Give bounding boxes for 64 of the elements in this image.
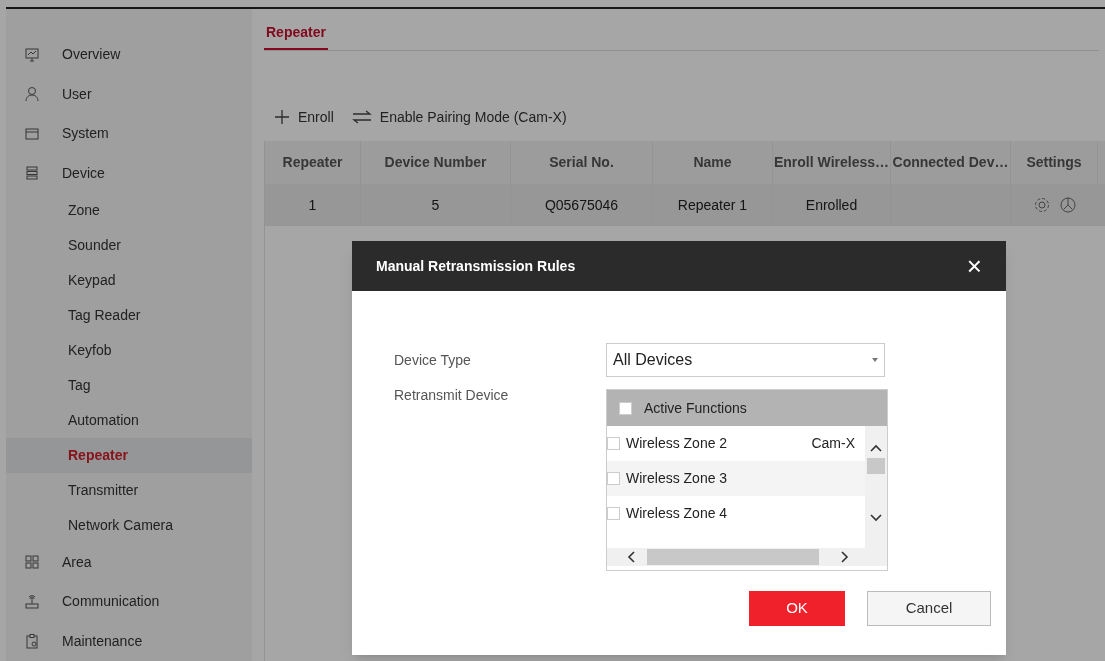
- clipboard-icon: [24, 633, 40, 650]
- swap-arrows-icon: [351, 110, 372, 124]
- router-icon: [24, 593, 40, 610]
- field-label: Device Type: [394, 350, 472, 370]
- device-type-dropdown[interactable]: All Devices: [606, 343, 885, 377]
- ok-button[interactable]: OK: [749, 591, 845, 626]
- sidebar-subitem[interactable]: Sounder: [6, 227, 252, 263]
- sidebar-subitem[interactable]: Keyfob: [6, 332, 252, 368]
- sidebar-item[interactable]: Device: [6, 153, 252, 193]
- compass-icon[interactable]: [1058, 196, 1077, 214]
- scroll-up-icon: [870, 444, 882, 452]
- sidebar-item[interactable]: User: [6, 74, 252, 114]
- sidebar-subitem[interactable]: Transmitter: [6, 472, 252, 508]
- scrollbar-thumb: [867, 458, 885, 474]
- monitor-icon: [24, 46, 40, 63]
- sidebar-subitem[interactable]: Tag Reader: [6, 297, 252, 333]
- checkbox[interactable]: [607, 437, 620, 450]
- sidebar-subitem[interactable]: Automation: [6, 402, 252, 438]
- sidebar-item[interactable]: Maintenance: [6, 621, 252, 661]
- server-icon: [24, 165, 40, 182]
- checkbox[interactable]: [607, 472, 620, 485]
- close-button[interactable]: ×: [966, 253, 982, 279]
- cancel-button[interactable]: Cancel: [867, 591, 991, 626]
- sidebar-subitem[interactable]: Zone: [6, 193, 252, 228]
- sidebar-label: Overview: [62, 45, 121, 65]
- scroll-right-icon: [841, 551, 849, 563]
- sidebar-label: Maintenance: [62, 631, 143, 651]
- tab[interactable]: Repeater: [264, 17, 328, 50]
- user-icon: [24, 86, 40, 103]
- sidebar-item[interactable]: Overview: [6, 35, 252, 75]
- grid-icon: [24, 554, 40, 571]
- sidebar-item[interactable]: Communication: [6, 582, 252, 622]
- window-icon: [24, 125, 40, 142]
- table-row[interactable]: 1 5 Q05675046 Repeater 1 Enrolled: [265, 184, 1105, 226]
- settings-icon[interactable]: [1032, 196, 1051, 214]
- toolbar-button[interactable]: Enroll: [274, 106, 334, 128]
- sidebar-item[interactable]: System: [6, 114, 252, 154]
- field-label: Retransmit Device: [394, 386, 510, 405]
- table-cell: Q05675046: [511, 184, 653, 226]
- sidebar-item[interactable]: Area: [6, 542, 252, 583]
- sidebar-label: Device: [62, 163, 105, 183]
- sidebar-subitem[interactable]: Tag: [6, 367, 252, 403]
- plus-icon: [274, 109, 290, 125]
- checkbox[interactable]: [619, 401, 632, 415]
- toolbar-button[interactable]: Enable Pairing Mode (Cam-X): [351, 106, 567, 128]
- sidebar-subitem[interactable]: Repeater: [6, 437, 252, 473]
- list-item[interactable]: Wireless Zone 3: [607, 461, 867, 496]
- scroll-down-icon: [870, 514, 882, 522]
- sidebar-subitem[interactable]: Network Camera: [6, 507, 252, 543]
- scroll-left-icon: [627, 551, 635, 563]
- table-cell: Repeater 1: [653, 184, 773, 226]
- table-cell: 5: [361, 184, 511, 226]
- sidebar-label: User: [62, 84, 92, 104]
- table-cell: 1: [265, 184, 361, 226]
- table-cell: Enrolled: [773, 184, 891, 226]
- checkbox[interactable]: [607, 507, 620, 520]
- sidebar-label: System: [62, 124, 109, 144]
- sidebar-label: Communication: [62, 592, 160, 612]
- device-tag: Cam-X: [811, 433, 855, 454]
- list-header-label: Active Functions: [644, 398, 747, 418]
- sidebar-subitem[interactable]: Keypad: [6, 262, 252, 298]
- dropdown-caret-icon: [872, 358, 878, 362]
- sidebar-label: Area: [62, 552, 92, 572]
- dialog-title: Manual Retransmission Rules: [376, 256, 576, 276]
